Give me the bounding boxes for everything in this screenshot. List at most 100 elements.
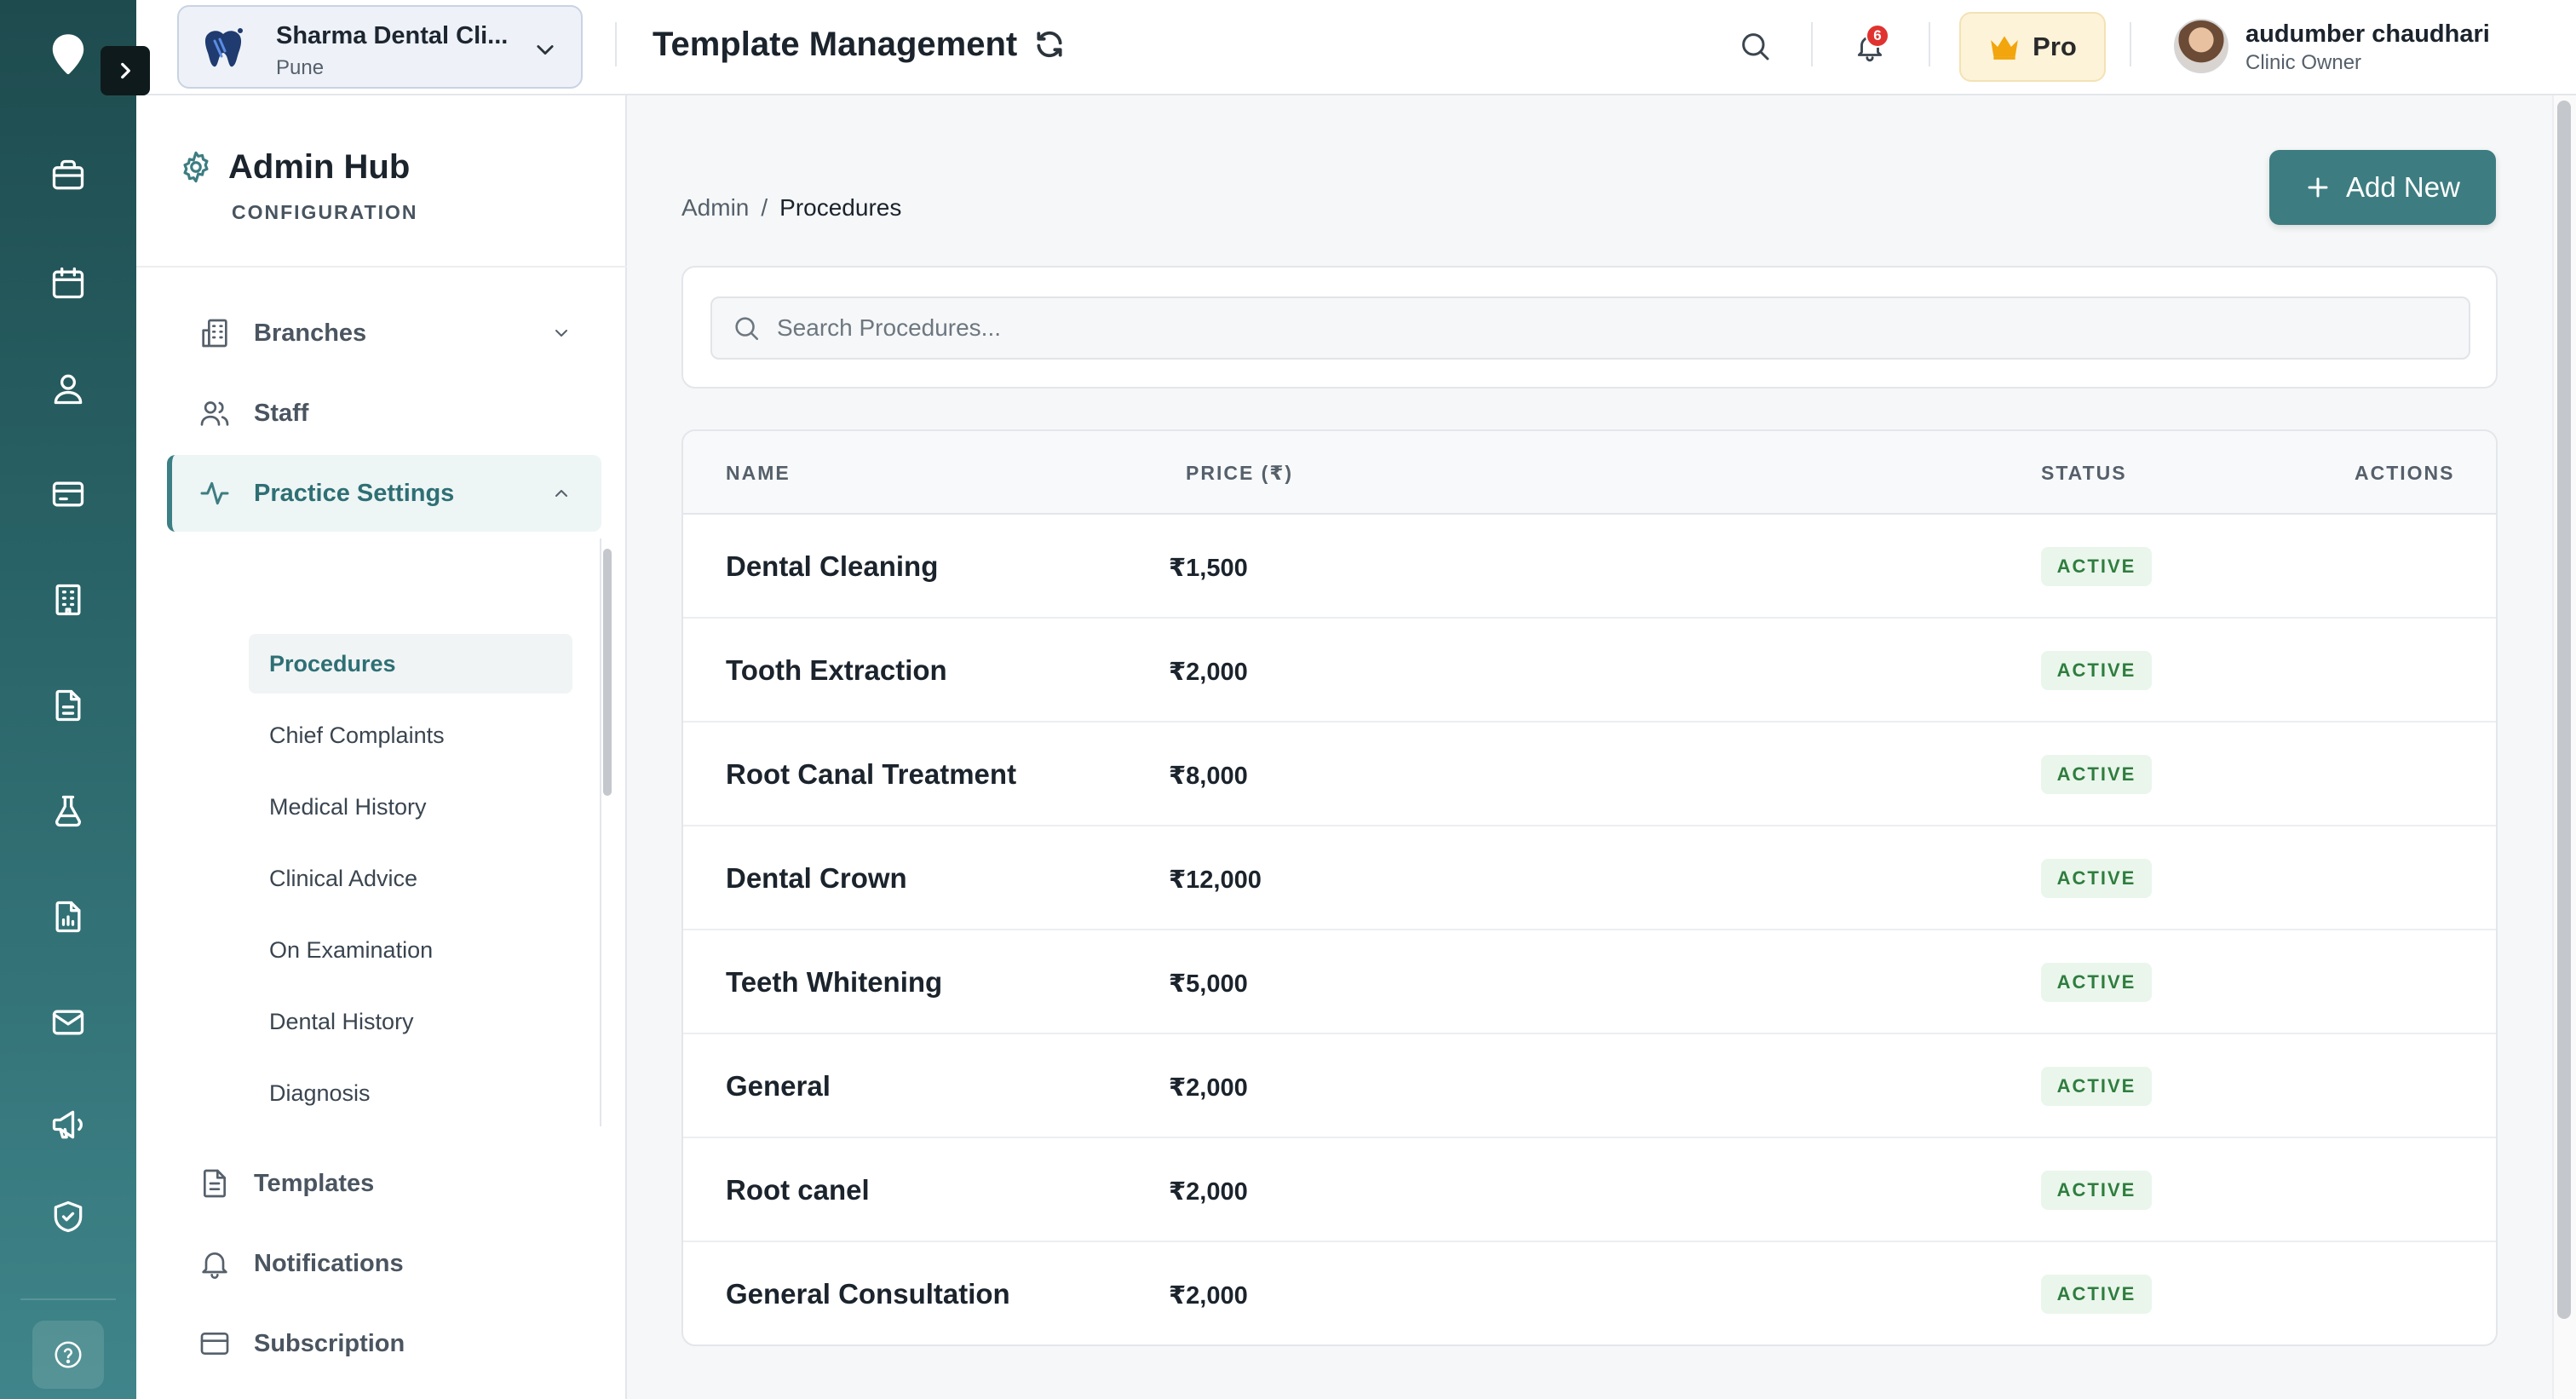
search-box[interactable] bbox=[710, 296, 2470, 360]
breadcrumb-current: Procedures bbox=[779, 194, 902, 221]
sidebar-subitem-on-examination[interactable]: On Examination bbox=[249, 920, 572, 980]
column-header-price: PRICE (₹) bbox=[1186, 462, 1294, 484]
status-badge: ACTIVE bbox=[2041, 755, 2152, 794]
procedure-price: ₹1,500 bbox=[1169, 555, 1248, 582]
document-icon[interactable] bbox=[43, 680, 94, 731]
rail-divider bbox=[20, 1298, 116, 1300]
sidebar-item-label: Templates bbox=[254, 1169, 375, 1197]
help-icon bbox=[55, 1341, 82, 1368]
breadcrumb-root[interactable]: Admin bbox=[681, 194, 749, 221]
sidebar-subitem-chief-complaints[interactable]: Chief Complaints bbox=[249, 705, 572, 765]
header-divider bbox=[615, 22, 617, 66]
add-new-button[interactable]: Add New bbox=[2269, 150, 2496, 225]
notification-count-badge: 6 bbox=[1866, 24, 1889, 48]
search-icon bbox=[729, 311, 763, 345]
building-icon bbox=[196, 314, 233, 352]
top-header: Sharma Dental Cli... Pune Template Manag… bbox=[136, 0, 2576, 95]
header-divider bbox=[2130, 22, 2131, 66]
sidebar-item-label: Notifications bbox=[254, 1249, 404, 1277]
table-row[interactable]: Root canel ₹2,000 ACTIVE bbox=[683, 1138, 2496, 1242]
help-button[interactable] bbox=[32, 1321, 104, 1389]
app-rail bbox=[0, 0, 150, 1399]
location-icon[interactable] bbox=[37, 26, 99, 87]
sidebar-subitem-medical-history[interactable]: Medical History bbox=[249, 777, 572, 837]
procedure-name: Root Canal Treatment bbox=[726, 758, 1017, 790]
clinic-name: Sharma Dental Cli... bbox=[276, 22, 509, 49]
search-input[interactable] bbox=[777, 314, 2395, 342]
pro-upgrade-button[interactable]: Pro bbox=[1959, 12, 2106, 82]
practice-settings-submenu: Procedures Chief Complaints Medical Hist… bbox=[245, 537, 610, 1130]
user-name[interactable]: audumber chaudhari bbox=[2245, 20, 2490, 49]
clinic-city: Pune bbox=[276, 56, 325, 79]
crown-icon bbox=[1991, 36, 2018, 60]
chevron-up-icon bbox=[549, 481, 574, 506]
tooth-logo-icon bbox=[196, 22, 250, 77]
sidebar-item-staff[interactable]: Staff bbox=[167, 375, 601, 452]
sidebar-item-notifications[interactable]: Notifications bbox=[167, 1225, 601, 1302]
status-badge: ACTIVE bbox=[2041, 963, 2152, 1002]
procedure-price: ₹2,000 bbox=[1169, 1178, 1248, 1206]
user-role: Clinic Owner bbox=[2245, 51, 2362, 74]
report-icon[interactable] bbox=[43, 891, 94, 942]
search-icon[interactable] bbox=[1734, 26, 1775, 66]
page-title: Template Management bbox=[653, 26, 1018, 63]
expand-rail-button[interactable] bbox=[101, 46, 150, 95]
sidebar-item-label: Subscription bbox=[254, 1329, 405, 1357]
avatar[interactable] bbox=[2174, 19, 2228, 73]
activity-icon bbox=[196, 475, 233, 512]
procedure-price: ₹8,000 bbox=[1169, 763, 1248, 790]
sidebar-item-practice-settings[interactable]: Practice Settings bbox=[167, 455, 601, 532]
sidebar-subitem-procedures[interactable]: Procedures bbox=[249, 634, 572, 694]
sidebar-subtitle: CONFIGURATION bbox=[232, 201, 418, 223]
sidebar-subitem-diagnosis[interactable]: Diagnosis bbox=[249, 1063, 572, 1123]
table-row[interactable]: Tooth Extraction ₹2,000 ACTIVE bbox=[683, 619, 2496, 723]
user-icon[interactable] bbox=[43, 363, 94, 414]
card-icon bbox=[196, 1325, 233, 1362]
procedure-price: ₹2,000 bbox=[1169, 1074, 1248, 1102]
admin-sidebar: Admin Hub CONFIGURATION Branches Staff P… bbox=[136, 95, 627, 1399]
status-badge: ACTIVE bbox=[2041, 1275, 2152, 1314]
sidebar-item-templates[interactable]: Templates bbox=[167, 1145, 601, 1222]
table-row[interactable]: Dental Cleaning ₹1,500 ACTIVE bbox=[683, 515, 2496, 619]
status-badge: ACTIVE bbox=[2041, 547, 2152, 586]
search-card bbox=[681, 266, 2498, 389]
gear-icon bbox=[177, 148, 215, 186]
submenu-scroll-thumb[interactable] bbox=[603, 549, 612, 796]
pro-label: Pro bbox=[2033, 32, 2077, 61]
column-header-status: STATUS bbox=[2041, 462, 2127, 484]
breadcrumb-separator: / bbox=[761, 194, 768, 221]
status-badge: ACTIVE bbox=[2041, 859, 2152, 898]
plus-icon bbox=[2308, 177, 2328, 198]
sidebar-item-branches[interactable]: Branches bbox=[167, 295, 601, 371]
procedure-price: ₹12,000 bbox=[1169, 866, 1262, 894]
bell-icon bbox=[196, 1245, 233, 1282]
shield-icon[interactable] bbox=[43, 1191, 94, 1242]
table-row[interactable]: Root Canal Treatment ₹8,000 ACTIVE bbox=[683, 723, 2496, 826]
megaphone-icon[interactable] bbox=[43, 1099, 94, 1150]
table-row[interactable]: Teeth Whitening ₹5,000 ACTIVE bbox=[683, 930, 2496, 1034]
main-scroll-thumb[interactable] bbox=[2557, 101, 2571, 1319]
chevron-down-icon bbox=[549, 320, 574, 346]
sidebar-item-subscription[interactable]: Subscription bbox=[167, 1305, 601, 1382]
calendar-icon[interactable] bbox=[43, 257, 94, 308]
card-icon[interactable] bbox=[43, 469, 94, 520]
procedure-name: General Consultation bbox=[726, 1278, 1010, 1310]
table-row[interactable]: Dental Crown ₹12,000 ACTIVE bbox=[683, 826, 2496, 930]
clinic-switcher[interactable]: Sharma Dental Cli... Pune bbox=[177, 5, 583, 89]
procedure-name: Dental Cleaning bbox=[726, 550, 939, 582]
procedure-price: ₹2,000 bbox=[1169, 659, 1248, 686]
briefcase-icon[interactable] bbox=[43, 150, 94, 201]
procedure-name: Root canel bbox=[726, 1174, 870, 1206]
table-row[interactable]: General Consultation ₹2,000 ACTIVE bbox=[683, 1242, 2496, 1344]
procedure-price: ₹5,000 bbox=[1169, 970, 1248, 998]
procedures-table: NAME PRICE (₹) STATUS ACTIONS Dental Cle… bbox=[681, 429, 2498, 1346]
sidebar-subitem-clinical-advice[interactable]: Clinical Advice bbox=[249, 849, 572, 908]
building-icon[interactable] bbox=[43, 574, 94, 625]
sidebar-subitem-dental-history[interactable]: Dental History bbox=[249, 992, 572, 1051]
procedure-name: Tooth Extraction bbox=[726, 654, 947, 686]
table-row[interactable]: General ₹2,000 ACTIVE bbox=[683, 1034, 2496, 1138]
flask-icon[interactable] bbox=[43, 786, 94, 837]
mail-icon[interactable] bbox=[43, 997, 94, 1048]
column-header-name: NAME bbox=[726, 462, 791, 484]
refresh-icon[interactable] bbox=[1032, 27, 1067, 61]
